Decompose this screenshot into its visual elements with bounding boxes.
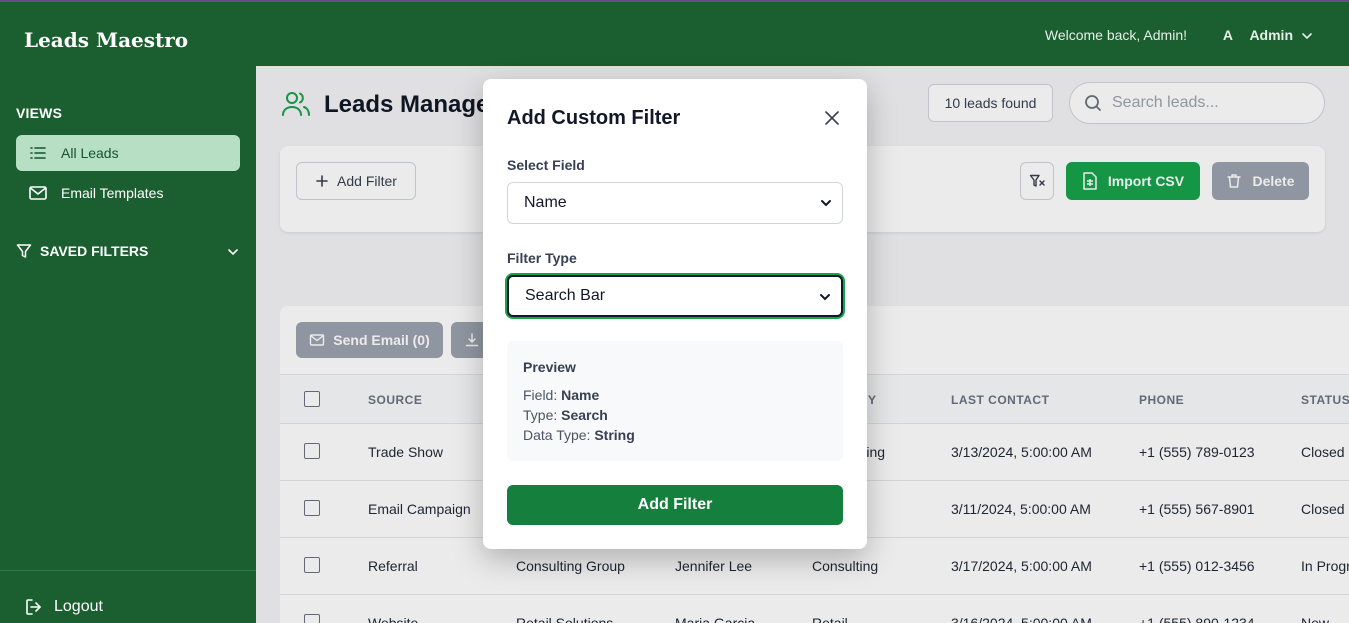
sidebar-item-email-templates[interactable]: Email Templates [16, 175, 240, 211]
preview-data-type: Data Type: String [523, 427, 635, 443]
top-header: Welcome back, Admin! A Admin [256, 0, 1349, 66]
window-top-border [0, 0, 1349, 2]
field-select[interactable]: Name [507, 182, 843, 224]
filter-type-select[interactable]: Search Bar [507, 275, 843, 317]
chevron-down-icon [821, 200, 831, 207]
welcome-text: Welcome back, Admin! [1044, 27, 1187, 43]
sidebar-divider [0, 570, 256, 571]
sidebar-item-label: Email Templates [61, 185, 164, 201]
filter-preview: Preview Field: Name Type: Search Data Ty… [507, 341, 843, 461]
user-menu-button[interactable]: Admin [1249, 27, 1293, 43]
preview-field: Field: Name [523, 387, 600, 403]
list-icon [30, 147, 46, 159]
brand-logo[interactable]: Leads Maestro [24, 28, 188, 52]
select-field-label: Select Field [507, 157, 585, 173]
filter-icon [16, 244, 32, 258]
saved-filters-toggle[interactable]: SAVED FILTERS [16, 243, 240, 259]
close-icon[interactable] [824, 110, 840, 126]
logout-label: Logout [54, 598, 103, 615]
preview-type: Type: Search [523, 407, 608, 423]
chevron-down-icon[interactable] [1301, 30, 1313, 42]
sidebar-item-label: All Leads [61, 145, 119, 161]
logout-icon [26, 599, 41, 615]
add-custom-filter-modal: Add Custom Filter Select Field Name Filt… [483, 79, 867, 549]
add-filter-submit-button[interactable]: Add Filter [507, 485, 843, 525]
modal-title: Add Custom Filter [507, 107, 681, 129]
views-section-title: VIEWS [16, 105, 63, 121]
filter-type-value: Search Bar [525, 287, 606, 304]
chevron-down-icon [820, 294, 830, 301]
avatar[interactable]: A [1223, 27, 1233, 43]
mail-icon [29, 186, 47, 200]
field-select-value: Name [524, 194, 567, 211]
sidebar: Leads Maestro VIEWS All Leads Email Temp… [0, 0, 256, 623]
preview-title: Preview [523, 359, 576, 375]
chevron-down-icon [228, 249, 238, 256]
saved-filters-title: SAVED FILTERS [40, 243, 149, 259]
filter-type-label: Filter Type [507, 250, 577, 266]
sidebar-item-all-leads[interactable]: All Leads [16, 135, 240, 171]
logout-button[interactable]: Logout [24, 597, 103, 617]
